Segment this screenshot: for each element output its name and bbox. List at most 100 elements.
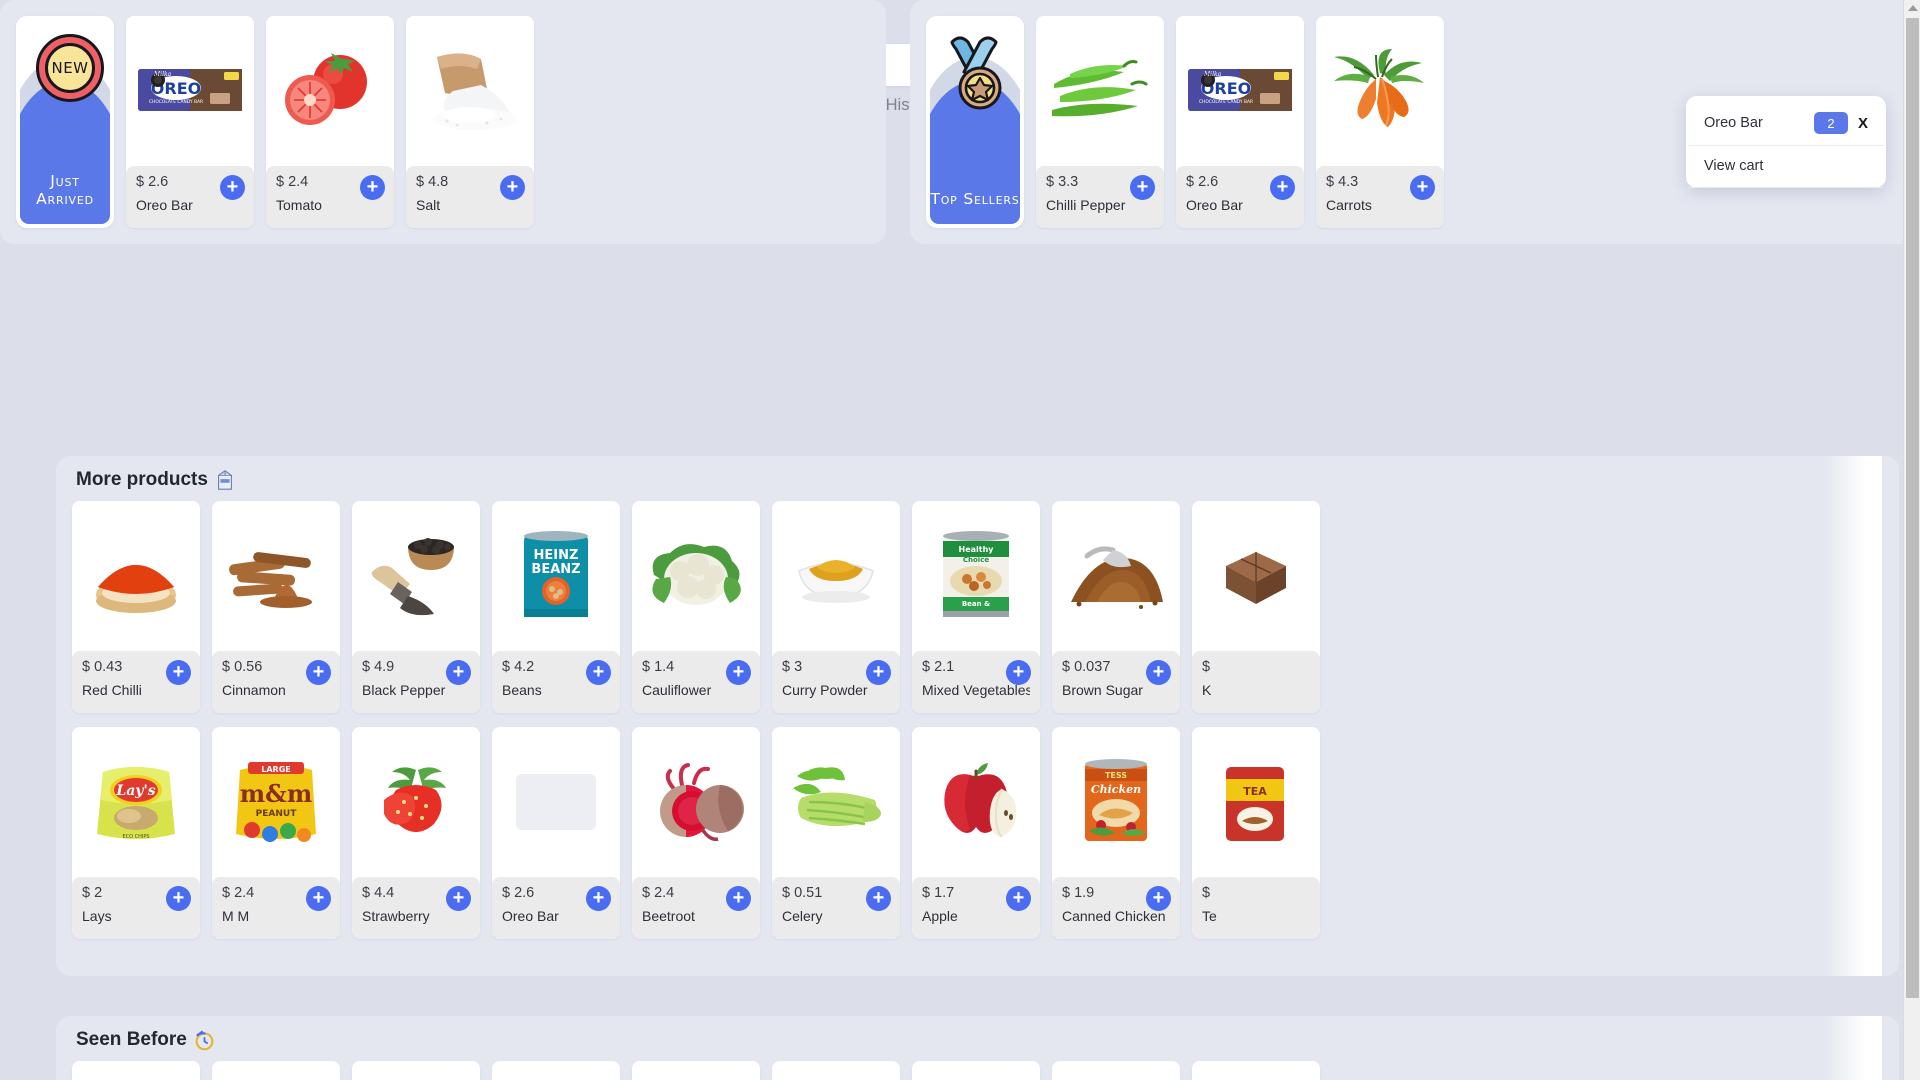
add-to-cart-button[interactable]: +	[726, 660, 751, 685]
add-to-cart-button[interactable]: +	[306, 886, 331, 911]
add-to-cart-button[interactable]: +	[1146, 886, 1171, 911]
add-to-cart-button[interactable]: +	[866, 886, 891, 911]
product-image-chocolate	[352, 1061, 480, 1080]
view-cart-link[interactable]: View cart	[1688, 146, 1884, 188]
product-card[interactable]	[212, 1061, 340, 1080]
add-to-cart-button[interactable]: +	[360, 175, 385, 200]
add-to-cart-button[interactable]: +	[306, 660, 331, 685]
product-footer: $ 2.6 Oreo Bar +	[492, 877, 620, 939]
seen-before-header: Seen Before	[56, 1016, 1899, 1061]
product-card[interactable]: $ 0.43 Red Chilli +	[72, 501, 200, 713]
product-image-canned-chicken: TESS Chicken	[1052, 727, 1180, 877]
product-card[interactable]: $ 0.037 Brown Sugar +	[1052, 501, 1180, 713]
product-card-partial[interactable]: TEA $ Te	[1192, 727, 1320, 939]
product-footer: $ 2.6 Oreo Bar +	[1176, 166, 1304, 228]
add-to-cart-button[interactable]: +	[1006, 886, 1031, 911]
product-footer: $ 0.037 Brown Sugar +	[1052, 651, 1180, 713]
cart-dropdown[interactable]: Oreo Bar 2 X View cart	[1686, 96, 1886, 188]
product-card[interactable]: $ 2.4 Beetroot +	[632, 727, 760, 939]
product-card[interactable]: OREO CHOCOLATE CANDY BAR Milka $ 2.6 Ore…	[1176, 16, 1304, 228]
product-card[interactable]: $ 4.8 Salt +	[406, 16, 534, 228]
product-card[interactable]: $ 0.56 Cinnamon +	[212, 501, 340, 713]
product-card[interactable]	[352, 1061, 480, 1080]
product-card[interactable]: $ 1.7 Apple +	[912, 727, 1040, 939]
vertical-scrollbar[interactable]	[1903, 0, 1920, 1080]
add-to-cart-button[interactable]: +	[166, 660, 191, 685]
product-row: $ 0.43 Red Chilli + $ 0.56 Cinnamon + $ 4.9 Bla…	[56, 501, 1899, 727]
product-footer: $ 4.9 Black Pepper +	[352, 651, 480, 713]
product-card[interactable]: $ 3 Curry Powder +	[772, 501, 900, 713]
product-card[interactable]: $ 2.4 Tomato +	[266, 16, 394, 228]
product-card[interactable]: Healthy Choice Bean & $ 2.1 Mixed Vegetables…	[912, 501, 1040, 713]
add-to-cart-button[interactable]: +	[1146, 660, 1171, 685]
product-image-oreo-bar: OREO CHOCOLATE CANDY BAR Milka	[1176, 16, 1304, 166]
product-image-oreo-bar: OREO CHOCOLATE CANDY BAR Milka	[126, 16, 254, 166]
medal-icon	[950, 36, 1002, 110]
salt-image	[433, 53, 517, 130]
product-image-brown-sugar	[1052, 501, 1180, 651]
product-card[interactable]	[912, 1061, 1040, 1080]
add-to-cart-button[interactable]: +	[446, 660, 471, 685]
product-card[interactable]: HEINZ BEANZ $ 4.2 Beans +	[492, 501, 620, 713]
add-to-cart-button[interactable]: +	[220, 175, 245, 200]
add-to-cart-button[interactable]: +	[166, 886, 191, 911]
add-to-cart-button[interactable]: +	[726, 886, 751, 911]
product-card[interactable]: $ 0.51 Celery +	[772, 727, 900, 939]
product-card[interactable]: Lay'sECO CHIPS	[1192, 1061, 1320, 1080]
product-image-beans-can: HEINZBEANZ	[772, 1061, 900, 1080]
product-card[interactable]: OREO CHOCOLATE CANDY BAR Milka $ 2.6 Ore…	[126, 16, 254, 228]
add-to-cart-button[interactable]: +	[1410, 175, 1435, 200]
add-to-cart-button[interactable]: +	[586, 886, 611, 911]
product-footer: $ 4.3 Carrots +	[1316, 166, 1444, 228]
product-name: Te	[1202, 908, 1217, 924]
product-card[interactable]: $ 2.6 Oreo Bar +	[492, 727, 620, 939]
product-image-apple	[912, 727, 1040, 877]
product-image-curry-powder	[772, 501, 900, 651]
cart-item-qty: 2	[1813, 112, 1848, 134]
product-card[interactable]	[1052, 1061, 1180, 1080]
svg-text:HEINZ: HEINZ	[534, 548, 579, 563]
product-card[interactable]: $ 3.3 Chilli Pepper +	[1036, 16, 1164, 228]
add-to-cart-button[interactable]: +	[500, 175, 525, 200]
product-row: Lay's ECO CHIPS $ 2 Lays + LARGE m&m PEANUT $ 2.…	[56, 727, 1899, 953]
product-image-strawberry	[212, 1061, 340, 1080]
just-arrived-banner[interactable]: NEW Just Arrived	[16, 16, 114, 228]
product-card[interactable]: $ 1.4 Cauliflower +	[632, 501, 760, 713]
product-image-celery	[492, 1061, 620, 1080]
product-card[interactable]: $ 4.4 Strawberry +	[352, 727, 480, 939]
product-footer: $ 0.51 Celery +	[772, 877, 900, 939]
product-image-cauliflower	[912, 1061, 1040, 1080]
product-card-partial[interactable]: $ K	[1192, 501, 1320, 713]
product-image-salt	[406, 16, 534, 166]
cart-line-item[interactable]: Oreo Bar 2 X	[1688, 100, 1884, 146]
new-badge-icon: NEW	[35, 33, 105, 103]
product-card[interactable]: $ 4.9 Black Pepper +	[352, 501, 480, 713]
scroll-up-arrow-icon[interactable]	[1908, 5, 1918, 11]
product-footer: $ 4.8 Salt +	[406, 166, 534, 228]
product-card[interactable]	[72, 1061, 200, 1080]
svg-text:CHOCOLATE CANDY BAR: CHOCOLATE CANDY BAR	[1199, 99, 1253, 105]
product-card[interactable]: LARGE m&m PEANUT $ 2.4 M M +	[212, 727, 340, 939]
tomato-image	[285, 53, 367, 125]
cart-item-remove-button[interactable]: X	[1856, 115, 1870, 132]
svg-text:m&m: m&m	[240, 779, 312, 808]
svg-text:LARGE: LARGE	[261, 765, 290, 774]
add-to-cart-button[interactable]: +	[1270, 175, 1295, 200]
add-to-cart-button[interactable]: +	[866, 660, 891, 685]
svg-text:Milka: Milka	[1203, 71, 1222, 78]
add-to-cart-button[interactable]: +	[586, 660, 611, 685]
top-sellers-banner[interactable]: Top Sellers	[926, 16, 1024, 228]
product-card[interactable]: TESS Chicken $ 1.9 Canned Chicken +	[1052, 727, 1180, 939]
product-card[interactable]	[632, 1061, 760, 1080]
product-footer: $ 2.4 Tomato +	[266, 166, 394, 228]
add-to-cart-button[interactable]: +	[446, 886, 471, 911]
product-footer: $ K	[1192, 651, 1320, 713]
product-card[interactable]: HEINZBEANZ	[772, 1061, 900, 1080]
product-footer: $ 1.9 Canned Chicken +	[1052, 877, 1180, 939]
add-to-cart-button[interactable]: +	[1130, 175, 1155, 200]
product-card[interactable]	[492, 1061, 620, 1080]
scrollbar-thumb[interactable]	[1906, 18, 1919, 998]
add-to-cart-button[interactable]: +	[1006, 660, 1031, 685]
product-card[interactable]: Lay's ECO CHIPS $ 2 Lays +	[72, 727, 200, 939]
product-card[interactable]: $ 4.3 Carrots +	[1316, 16, 1444, 228]
